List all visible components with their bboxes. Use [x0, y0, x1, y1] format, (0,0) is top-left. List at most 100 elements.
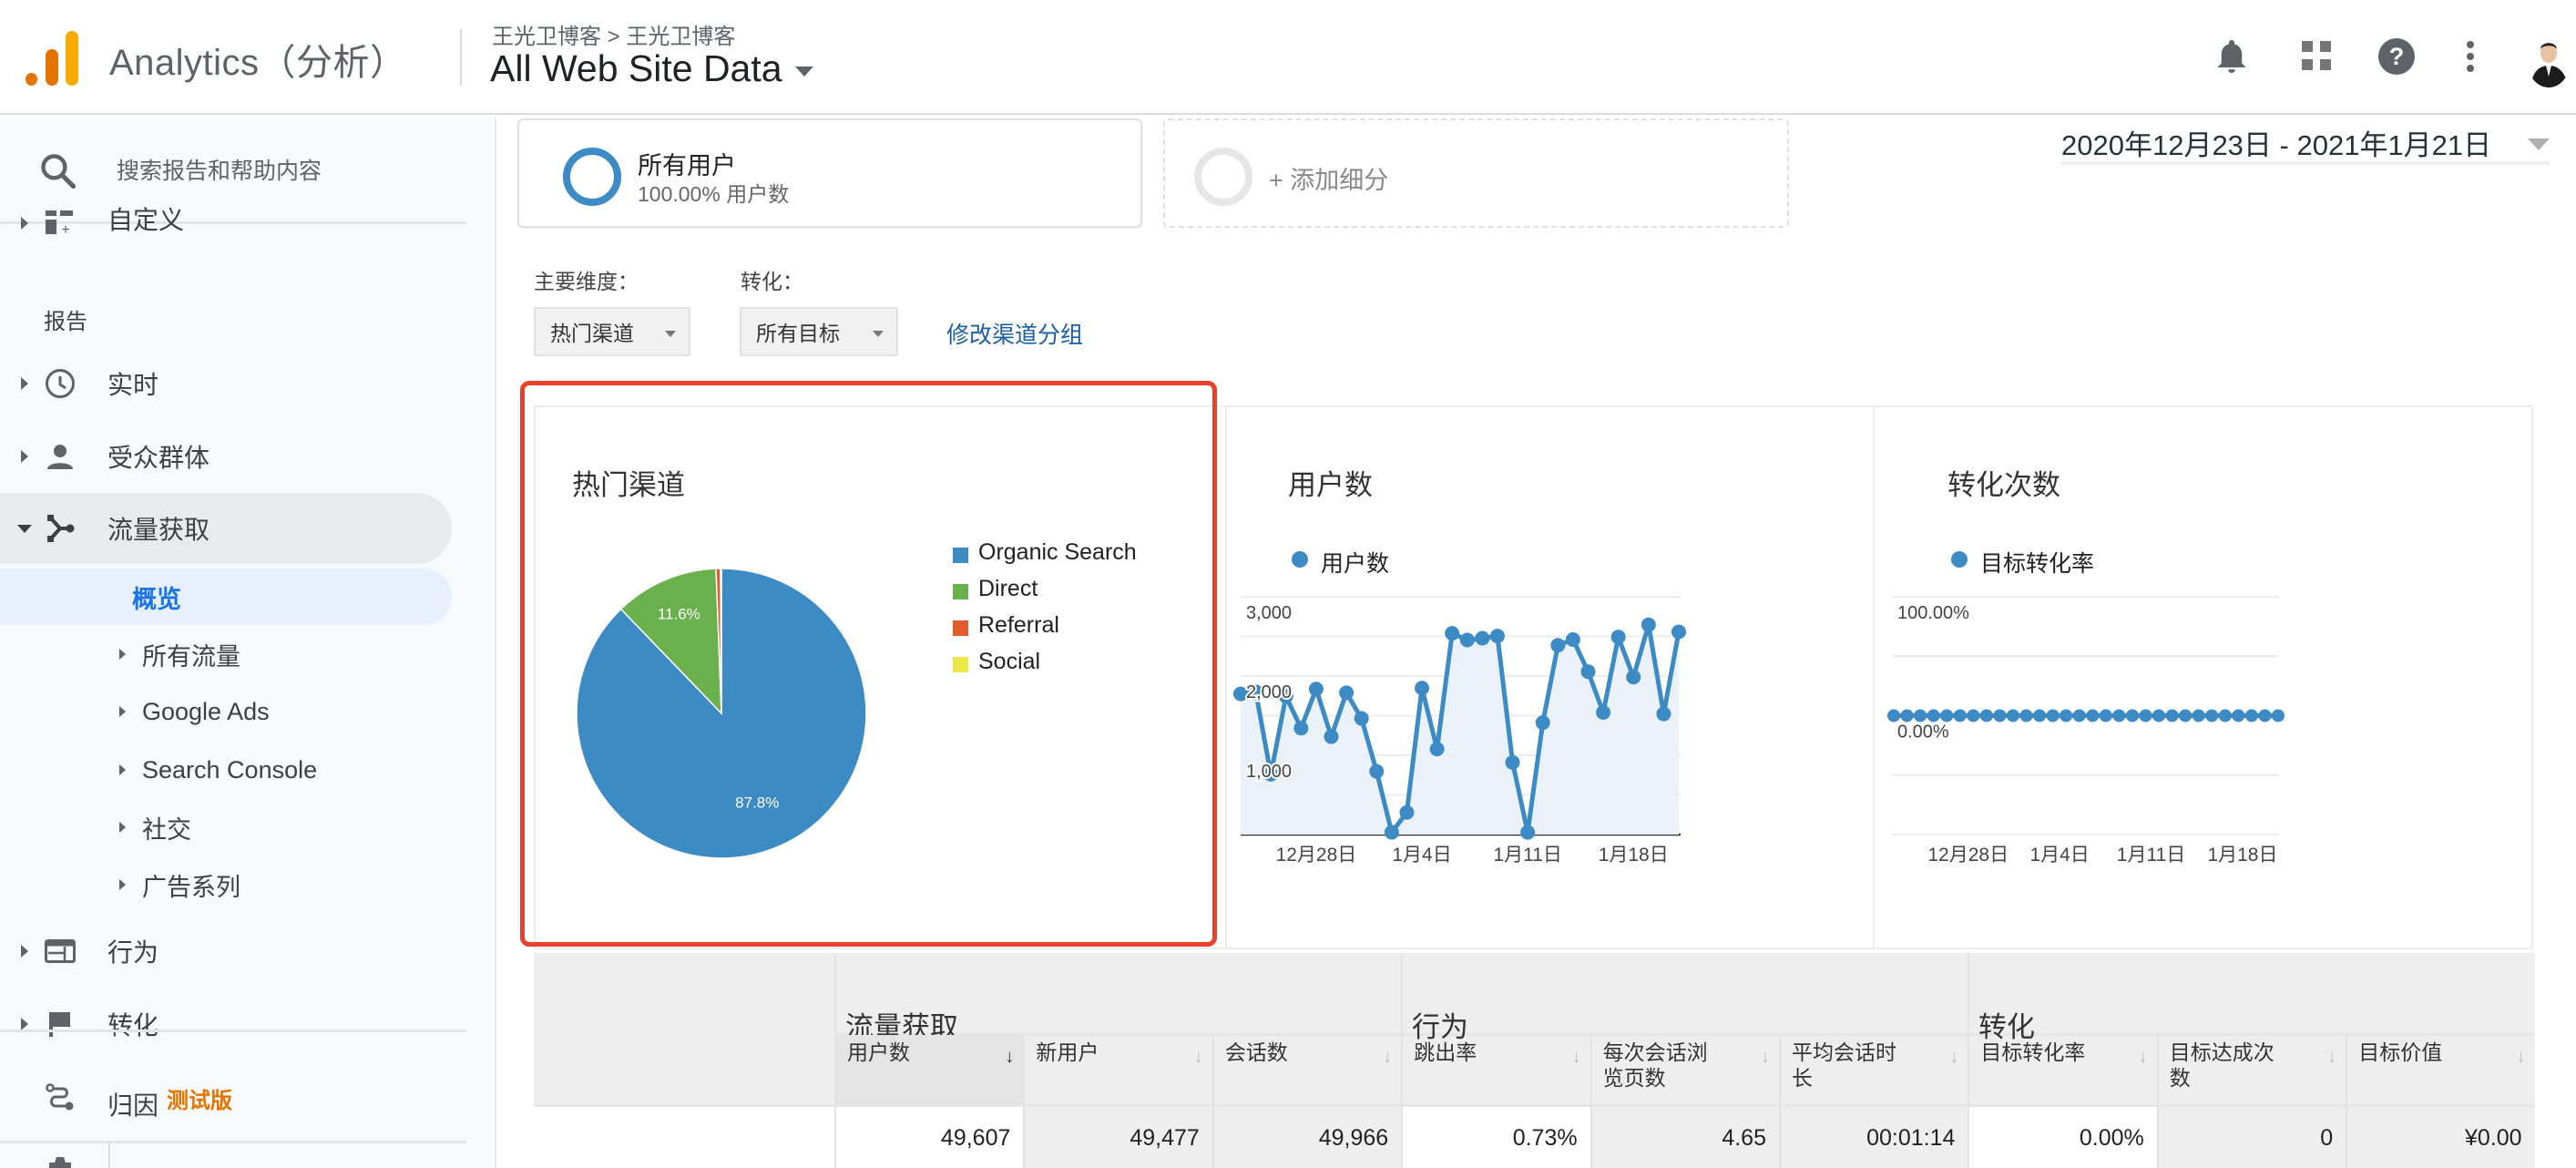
- data-point[interactable]: [1979, 709, 1993, 722]
- data-point[interactable]: [1475, 630, 1490, 646]
- data-point[interactable]: [1596, 705, 1611, 721]
- data-point[interactable]: [2152, 709, 2166, 722]
- data-point[interactable]: [1993, 709, 2007, 722]
- data-point[interactable]: [2272, 709, 2285, 722]
- data-point[interactable]: [1953, 709, 1967, 722]
- data-point[interactable]: [1887, 709, 1900, 722]
- data-point[interactable]: [2244, 709, 2258, 722]
- data-point[interactable]: [1927, 709, 1940, 722]
- legend-label[interactable]: Organic Search: [978, 539, 1137, 566]
- legend-label[interactable]: Social: [978, 649, 1040, 675]
- data-point[interactable]: [1505, 754, 1520, 770]
- analytics-logo[interactable]: [26, 31, 78, 86]
- segment-all-users[interactable]: 所有用户 100.00% 用户数: [517, 118, 1142, 228]
- edit-channel-grouping-link[interactable]: 修改渠道分组: [946, 317, 1083, 350]
- data-point[interactable]: [1641, 617, 1656, 632]
- data-point[interactable]: [2099, 709, 2112, 722]
- data-point[interactable]: [2033, 709, 2047, 722]
- search-icon[interactable]: [38, 151, 78, 191]
- sidebar-subitem-campaigns[interactable]: 广告系列: [0, 856, 452, 913]
- table-total-label-cell: [534, 1104, 834, 1168]
- add-segment-button[interactable]: + 添加细分: [1163, 118, 1789, 228]
- column-header-label: 跳出率: [1414, 1040, 1477, 1064]
- data-point[interactable]: [1384, 825, 1399, 840]
- data-point[interactable]: [1967, 709, 1980, 722]
- data-point[interactable]: [2060, 709, 2073, 722]
- data-point[interactable]: [2006, 709, 2019, 722]
- data-point[interactable]: [1900, 709, 1914, 722]
- primary-dimension-dropdown[interactable]: 热门渠道: [534, 307, 690, 356]
- sort-arrow-icon[interactable]: ↓: [1005, 1046, 1014, 1068]
- data-point[interactable]: [1293, 721, 1309, 736]
- sort-arrow-icon[interactable]: ↓: [1572, 1046, 1581, 1068]
- data-point[interactable]: [1354, 711, 1369, 726]
- data-point[interactable]: [2072, 709, 2086, 722]
- data-point[interactable]: [1399, 804, 1415, 820]
- sort-arrow-icon[interactable]: ↓: [1194, 1046, 1203, 1068]
- data-point[interactable]: [1565, 631, 1580, 647]
- data-point[interactable]: [2258, 709, 2272, 722]
- sidebar-subitem-overview[interactable]: 概览: [0, 569, 452, 625]
- legend-label[interactable]: Referral: [978, 612, 1059, 639]
- data-point[interactable]: [1580, 664, 1596, 680]
- data-point[interactable]: [2139, 709, 2152, 722]
- sidebar-item-acquisition[interactable]: 流量获取: [0, 493, 452, 564]
- data-point[interactable]: [1324, 729, 1339, 744]
- settings-icon[interactable]: [47, 1157, 73, 1168]
- sidebar-subitem-google-ads[interactable]: Google Ads: [0, 683, 452, 740]
- data-point[interactable]: [1940, 709, 1954, 722]
- data-point[interactable]: [1415, 681, 1430, 696]
- data-point[interactable]: [1671, 624, 1686, 640]
- data-point[interactable]: [2086, 709, 2100, 722]
- sort-arrow-icon[interactable]: ↓: [1761, 1046, 1770, 1068]
- data-point[interactable]: [1339, 685, 1354, 701]
- sidebar-item-conversions[interactable]: 转化: [0, 989, 452, 1060]
- data-point[interactable]: [1550, 638, 1566, 653]
- sidebar-item-behavior[interactable]: 行为: [0, 916, 452, 987]
- data-point[interactable]: [2192, 709, 2205, 722]
- data-point[interactable]: [1489, 629, 1505, 644]
- data-point[interactable]: [2179, 709, 2193, 722]
- more-options-button[interactable]: [2450, 36, 2490, 77]
- data-point[interactable]: [2205, 709, 2219, 722]
- data-point[interactable]: [2232, 709, 2245, 722]
- avatar[interactable]: [2527, 33, 2571, 87]
- sort-arrow-icon[interactable]: ↓: [2139, 1046, 2148, 1068]
- data-point[interactable]: [1369, 763, 1385, 779]
- data-point[interactable]: [2218, 709, 2232, 722]
- sort-arrow-icon[interactable]: ↓: [1383, 1046, 1392, 1068]
- account-breadcrumb[interactable]: 王光卫博客 > 王光卫博客: [492, 18, 735, 50]
- apps-button[interactable]: [2297, 36, 2337, 77]
- sidebar-item-audience[interactable]: 受众群体: [0, 421, 452, 492]
- data-point[interactable]: [1308, 681, 1324, 697]
- sidebar-item-realtime[interactable]: 实时: [0, 348, 452, 419]
- data-point[interactable]: [2165, 709, 2179, 722]
- sidebar-subitem-social[interactable]: 社交: [0, 799, 452, 856]
- search-reports-input[interactable]: [117, 153, 454, 190]
- data-point[interactable]: [2046, 709, 2060, 722]
- data-point[interactable]: [2125, 709, 2139, 722]
- property-selector[interactable]: All Web Site Data: [490, 47, 813, 90]
- data-point[interactable]: [1656, 706, 1671, 722]
- data-point[interactable]: [1520, 825, 1536, 840]
- data-point[interactable]: [2112, 709, 2126, 722]
- conversion-dropdown[interactable]: 所有目标: [740, 307, 898, 356]
- sidebar-subitem-search-console[interactable]: Search Console: [0, 742, 452, 798]
- data-point[interactable]: [1535, 715, 1550, 731]
- notifications-button[interactable]: [2212, 36, 2252, 77]
- data-point[interactable]: [2019, 709, 2033, 722]
- data-point[interactable]: [1626, 670, 1641, 685]
- data-point[interactable]: [1914, 709, 1927, 722]
- sort-arrow-icon[interactable]: ↓: [2327, 1046, 2336, 1068]
- sort-arrow-icon[interactable]: ↓: [1949, 1046, 1958, 1068]
- sidebar-item-customization[interactable]: + 自定义: [0, 200, 452, 246]
- data-point[interactable]: [1445, 626, 1460, 641]
- data-point[interactable]: [1610, 630, 1626, 645]
- sort-arrow-icon[interactable]: ↓: [2517, 1046, 2526, 1068]
- data-point[interactable]: [1459, 632, 1475, 648]
- legend-label[interactable]: Direct: [978, 576, 1038, 602]
- sidebar-subitem-all-traffic[interactable]: 所有流量: [0, 626, 452, 682]
- date-range-picker[interactable]: 2020年12月23日 - 2021年1月21日: [2061, 124, 2550, 165]
- data-point[interactable]: [1429, 742, 1445, 757]
- help-button[interactable]: ?: [2377, 36, 2417, 77]
